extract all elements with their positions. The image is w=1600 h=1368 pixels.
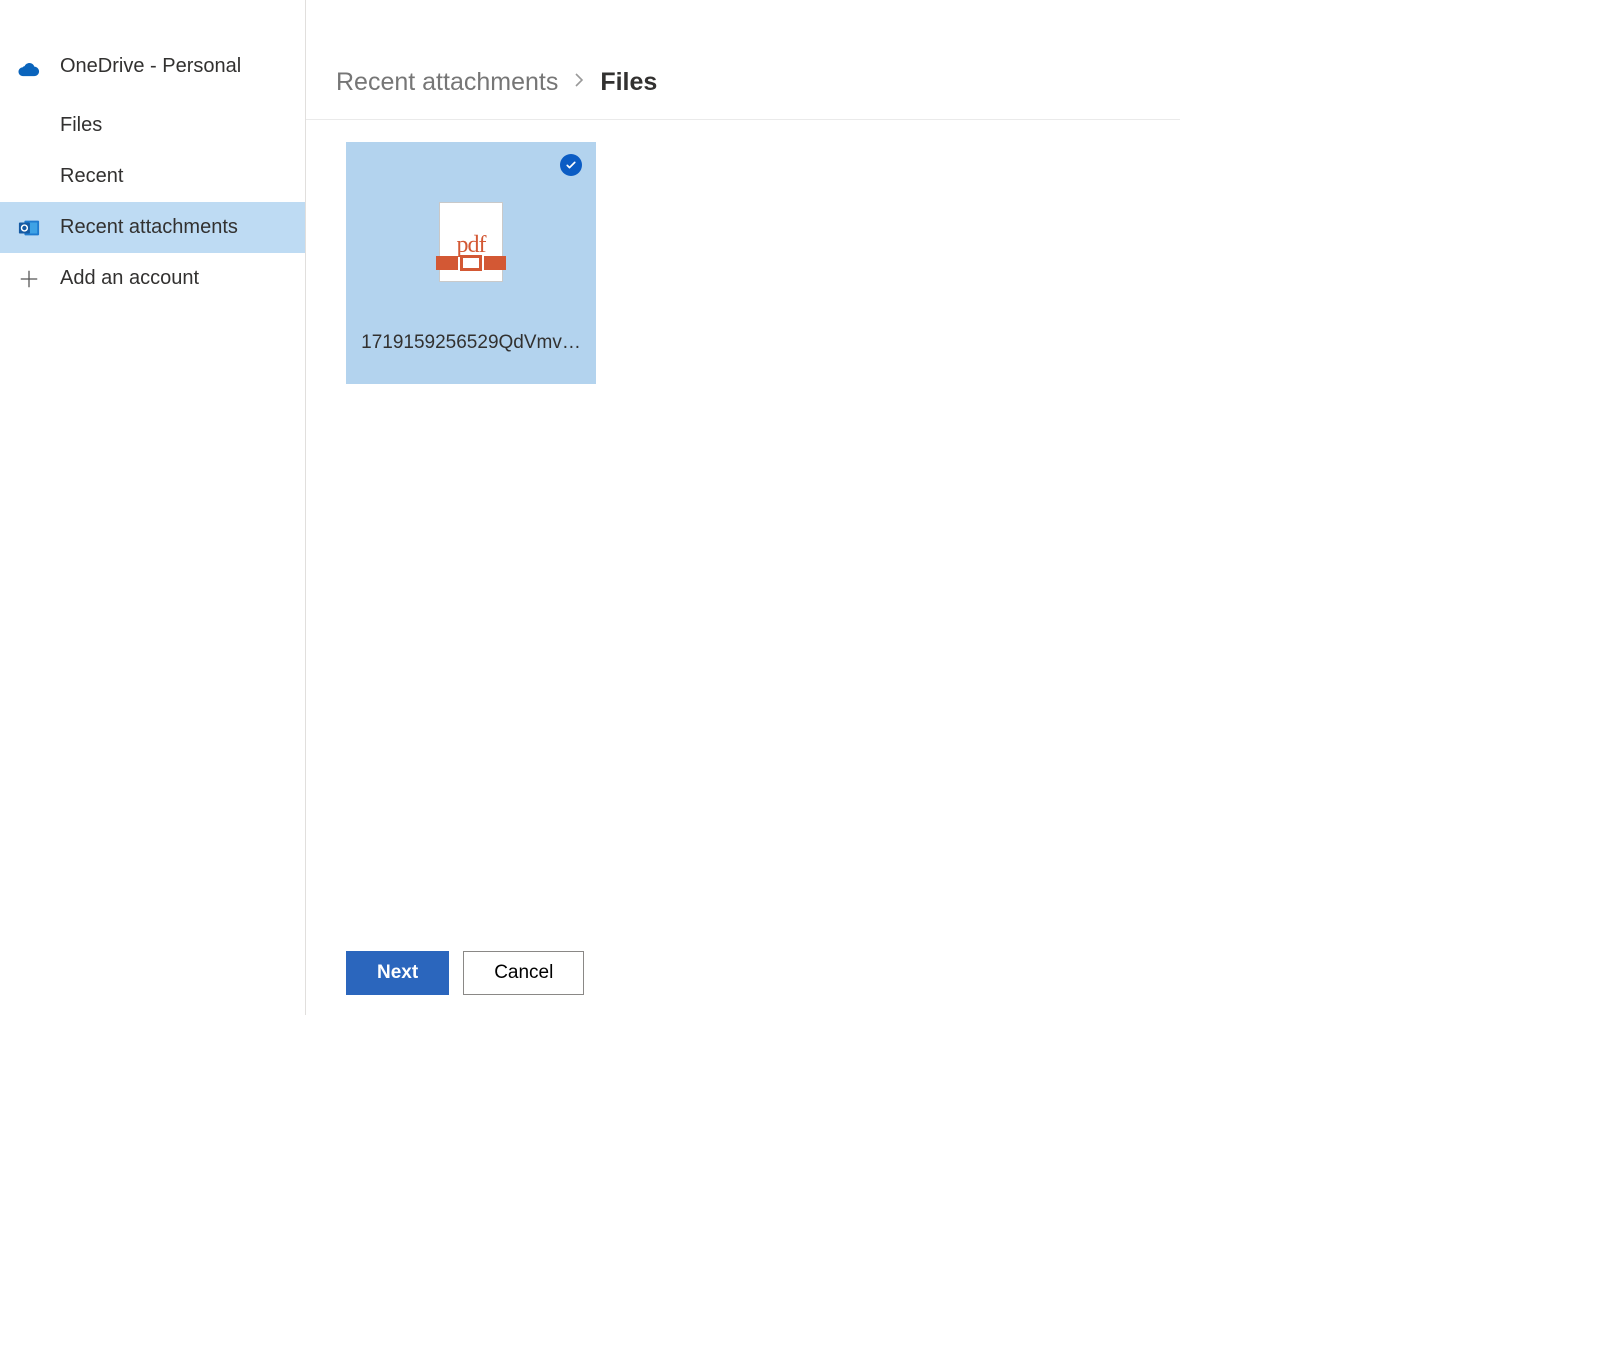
sidebar-item-recent-attachments[interactable]: Recent attachments	[0, 202, 305, 253]
next-button[interactable]: Next	[346, 951, 449, 995]
file-name: 1719159256529QdVmv…	[346, 332, 596, 384]
sidebar: OneDrive - Personal Files Recent Recent …	[0, 0, 306, 1015]
dialog-footer: Next Cancel	[346, 951, 584, 995]
breadcrumb-current: Files	[600, 68, 657, 97]
sidebar-item-label: Files	[60, 114, 102, 137]
sidebar-account-label: OneDrive - Personal	[60, 55, 241, 78]
file-grid: pdf 1719159256529QdVmv…	[306, 120, 1180, 1015]
onedrive-icon	[18, 60, 40, 74]
sidebar-item-add-account[interactable]: Add an account	[0, 253, 305, 304]
file-tile[interactable]: pdf 1719159256529QdVmv…	[346, 142, 596, 384]
pdf-icon: pdf	[439, 202, 503, 282]
sidebar-account[interactable]: OneDrive - Personal	[0, 45, 305, 100]
sidebar-item-recent[interactable]: Recent	[0, 151, 305, 202]
selected-check-icon[interactable]	[560, 154, 582, 176]
outlook-icon	[18, 217, 40, 239]
file-picker-dialog: OneDrive - Personal Files Recent Recent …	[0, 0, 1180, 1015]
sidebar-item-label: Add an account	[60, 267, 199, 290]
plus-icon	[18, 268, 40, 290]
sidebar-item-label: Recent attachments	[60, 216, 238, 239]
file-thumbnail: pdf	[439, 152, 503, 332]
breadcrumb-parent[interactable]: Recent attachments	[336, 68, 558, 97]
breadcrumb: Recent attachments Files	[306, 0, 1180, 120]
sidebar-item-files[interactable]: Files	[0, 100, 305, 151]
main-panel: Recent attachments Files pdf	[306, 0, 1180, 1015]
sidebar-item-label: Recent	[60, 165, 123, 188]
chevron-right-icon	[574, 73, 584, 92]
cancel-button[interactable]: Cancel	[463, 951, 584, 995]
